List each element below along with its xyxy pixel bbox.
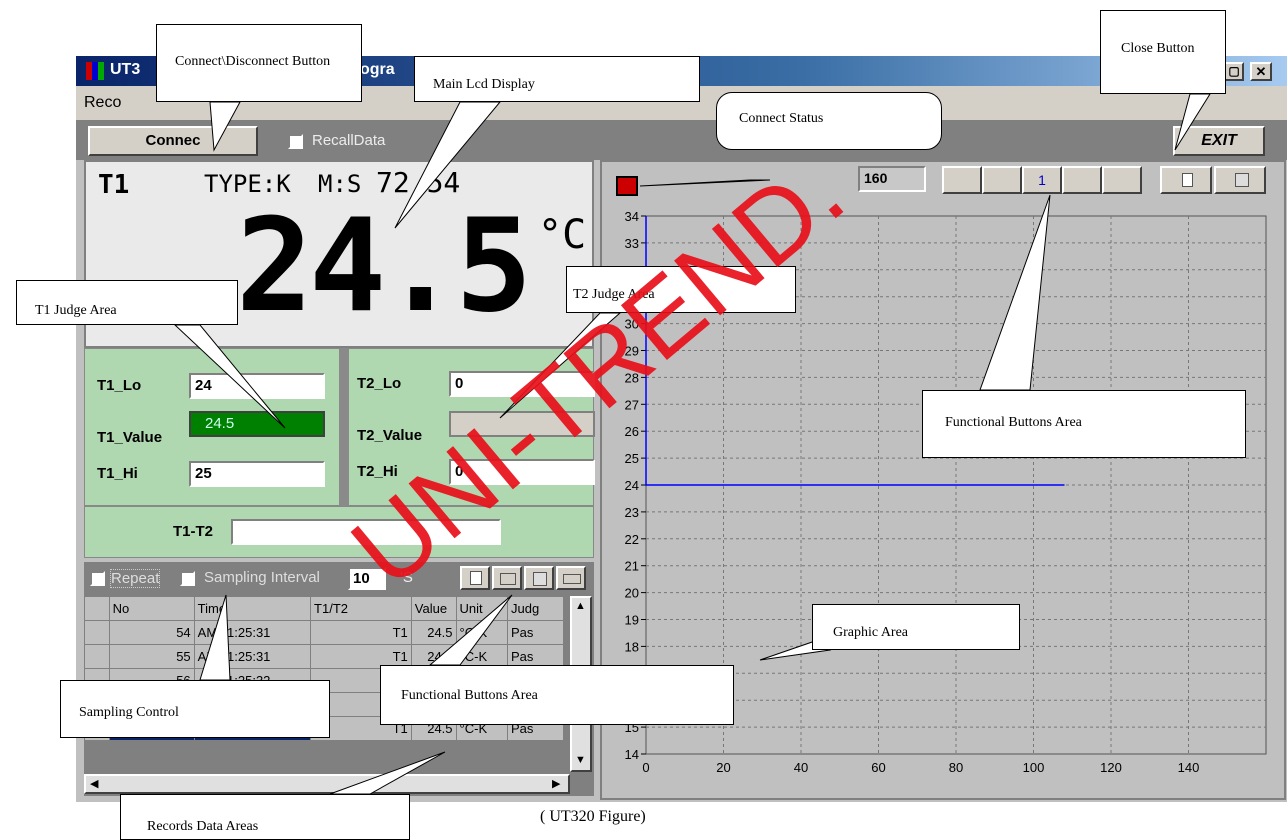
pointer-sampling <box>199 594 231 681</box>
pointer-lcd <box>394 101 502 229</box>
pointer-func-top <box>979 194 1051 391</box>
callout-sampling-control: Sampling Control <box>60 680 330 738</box>
callout-func-buttons-bottom: Functional Buttons Area <box>380 665 734 725</box>
callout-t1-text: T1 Judge Area <box>35 303 117 318</box>
callout-graphic-text: Graphic Area <box>833 625 909 640</box>
callout-close-button: Close Button <box>1100 10 1226 94</box>
callout-connect-text: Connect\Disconnect Button <box>175 54 331 69</box>
pointer-records <box>329 751 446 795</box>
callout-records-areas: Records Data Areas <box>120 794 410 840</box>
callout-t1-judge: T1 Judge Area <box>16 280 238 325</box>
callout-connect-status: Connect Status <box>716 92 942 150</box>
pointer-func-bottom <box>428 594 513 666</box>
callout-close-text: Close Button <box>1121 41 1195 56</box>
callout-records-text: Records Data Areas <box>147 819 259 834</box>
callout-func-buttons-top: Functional Buttons Area <box>922 390 1246 458</box>
pointer-connect <box>209 101 241 152</box>
callout-sampling-text: Sampling Control <box>79 705 179 720</box>
callout-main-lcd: Main Lcd Display <box>414 56 700 102</box>
callout-status-text: Connect Status <box>739 111 824 126</box>
figure-caption: ( UT320 Figure) <box>540 808 646 825</box>
pointer-t1 <box>173 324 286 429</box>
callout-func-bottom-text: Functional Buttons Area <box>401 688 538 703</box>
pointer-close <box>1174 93 1211 151</box>
callout-graphic-area: Graphic Area <box>812 604 1020 650</box>
callout-lcd-text: Main Lcd Display <box>433 77 535 92</box>
callout-connect-button: Connect\Disconnect Button <box>156 24 362 102</box>
callout-func-top-text: Functional Buttons Area <box>945 415 1082 430</box>
